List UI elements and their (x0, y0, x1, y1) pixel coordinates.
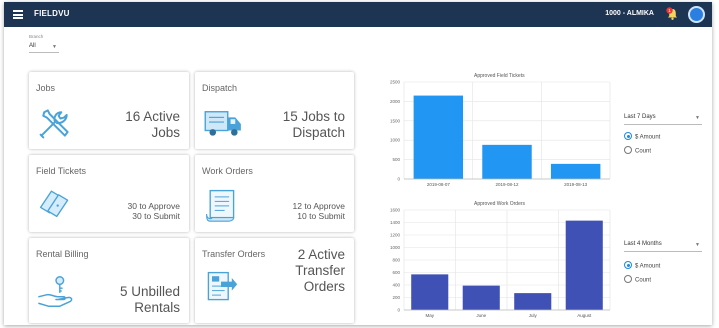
work-orders-card[interactable]: Work Orders 12 to Approve 10 to Submit (195, 155, 354, 232)
card-title: Field Tickets (36, 166, 87, 176)
orders-range-value: Last 4 Months (624, 241, 662, 247)
branch-label: Branch (29, 34, 44, 39)
avatar[interactable] (688, 6, 705, 23)
x-tick-label: May (425, 313, 434, 318)
app-title: FIELDVU (34, 9, 70, 18)
card-value-line: Rentals (134, 300, 180, 315)
branch-select[interactable]: All ▼ (29, 43, 59, 53)
tickets-range-value: Last 7 Days (624, 114, 656, 120)
field-tickets-chart: 0 500 1000 1500 2000 2500 2019-08-07 2019-08-12… (390, 80, 611, 187)
radio-label: Count (635, 148, 652, 155)
card-value-line: Dispatch (292, 125, 345, 140)
y-tick-label: 500 (392, 157, 400, 162)
radio-label: $ Amount (635, 134, 661, 141)
x-tick-label: June (476, 313, 486, 318)
x-tick-label: July (529, 313, 538, 318)
chevron-down-icon: ▼ (695, 242, 700, 248)
y-tick-label: 1400 (390, 220, 401, 225)
y-tick-label: 2500 (390, 80, 401, 85)
card-value-line: 30 to Approve (127, 201, 180, 211)
card-title: Rental Billing (36, 249, 89, 259)
card-value: 12 to Approve 10 to Submit (293, 201, 345, 221)
y-tick-label: 600 (392, 270, 400, 275)
y-tick-label: 800 (392, 258, 400, 263)
transfer-orders-card[interactable]: Transfer Orders 2 Active Transfer Orders (195, 238, 354, 323)
card-value-line: 30 to Submit (132, 211, 180, 221)
bar (411, 274, 449, 310)
field-tickets-card[interactable]: Field Tickets 30 to Approve 30 to Submit (29, 155, 189, 232)
bar (462, 285, 500, 310)
card-value-line: 16 Active (125, 109, 180, 124)
y-tick-label: 2000 (390, 99, 401, 104)
work-orders-chart: 0 200 400 600 800 1000 1200 1400 1600 May June July… (390, 208, 611, 318)
tickets-count-radio[interactable]: Count (624, 146, 652, 155)
wrench-screwdriver-icon (39, 109, 69, 139)
top-bar: FIELDVU 1000 - ALMIKA 1 (4, 2, 712, 27)
card-value-line: Transfer (295, 263, 345, 278)
document-scroll-icon (206, 189, 235, 222)
x-tick-label: 2019-08-13 (564, 182, 588, 187)
x-tick-label: August (577, 313, 592, 318)
radio-selected-icon (624, 261, 632, 269)
card-value-line: 2 Active (297, 247, 345, 262)
card-title: Transfer Orders (202, 249, 266, 259)
orders-count-radio[interactable]: Count (624, 275, 652, 284)
y-tick-label: 1000 (390, 245, 401, 250)
y-tick-label: 200 (392, 295, 400, 300)
y-tick-label: 400 (392, 283, 400, 288)
bar (565, 220, 603, 310)
rental-billing-card[interactable]: Rental Billing 5 Unbilled Rentals (29, 238, 189, 323)
bar (482, 144, 532, 179)
orders-amount-radio[interactable]: $ Amount (624, 261, 661, 270)
jobs-card[interactable]: Jobs 16 Active Jobs (29, 72, 189, 149)
orders-range-select[interactable]: Last 4 Months ▼ (624, 241, 702, 252)
chevron-down-icon: ▼ (695, 115, 700, 121)
y-tick-label: 1600 (390, 208, 401, 213)
card-value: 5 Unbilled Rentals (120, 284, 180, 316)
y-tick-label: 1500 (390, 118, 401, 123)
y-tick-label: 1000 (390, 138, 401, 143)
y-tick-label: 0 (397, 308, 400, 313)
app-window: FIELDVU 1000 - ALMIKA 1 Branch All ▼ Job… (4, 2, 712, 325)
tickets-icon (39, 190, 69, 218)
x-tick-label: 2019-08-12 (495, 182, 519, 187)
dispatch-card[interactable]: Dispatch 15 Jobs to Dispatch (195, 72, 354, 149)
hand-key-icon (38, 276, 73, 307)
x-tick-label: 2019-08-07 (427, 182, 451, 187)
bar (550, 163, 601, 179)
chevron-down-icon: ▼ (52, 44, 57, 50)
card-title: Dispatch (202, 83, 238, 93)
radio-selected-icon (624, 132, 632, 140)
radio-label: Count (635, 277, 652, 284)
radio-label: $ Amount (635, 263, 661, 270)
card-value-line: 5 Unbilled (119, 284, 180, 299)
y-tick-label: 1200 (390, 233, 401, 238)
card-value: 2 Active Transfer Orders (295, 247, 345, 295)
y-tick-label: 0 (397, 177, 400, 182)
user-name[interactable]: 1000 - ALMIKA (605, 10, 654, 17)
tickets-range-select[interactable]: Last 7 Days ▼ (624, 114, 702, 125)
bell-icon[interactable]: 1 (666, 7, 679, 21)
card-title: Jobs (36, 83, 56, 93)
card-value-line: 15 Jobs to (282, 109, 345, 124)
transfer-document-icon (207, 271, 238, 301)
hamburger-menu-icon[interactable] (13, 10, 23, 19)
card-value-line: Orders (303, 279, 345, 294)
card-value: 30 to Approve 30 to Submit (128, 201, 180, 221)
radio-unselected-icon (624, 275, 632, 283)
card-value: 16 Active Jobs (125, 109, 180, 141)
card-title: Work Orders (202, 166, 253, 176)
branch-value: All (29, 43, 36, 49)
card-value-line: 10 to Submit (297, 211, 345, 221)
bar (413, 95, 464, 179)
card-value: 15 Jobs to Dispatch (283, 109, 345, 141)
card-value-line: Jobs (151, 125, 180, 140)
bar (514, 293, 552, 310)
radio-unselected-icon (624, 146, 632, 154)
card-value-line: 12 to Approve (292, 201, 345, 211)
tickets-amount-radio[interactable]: $ Amount (624, 132, 661, 141)
truck-icon (204, 111, 241, 136)
